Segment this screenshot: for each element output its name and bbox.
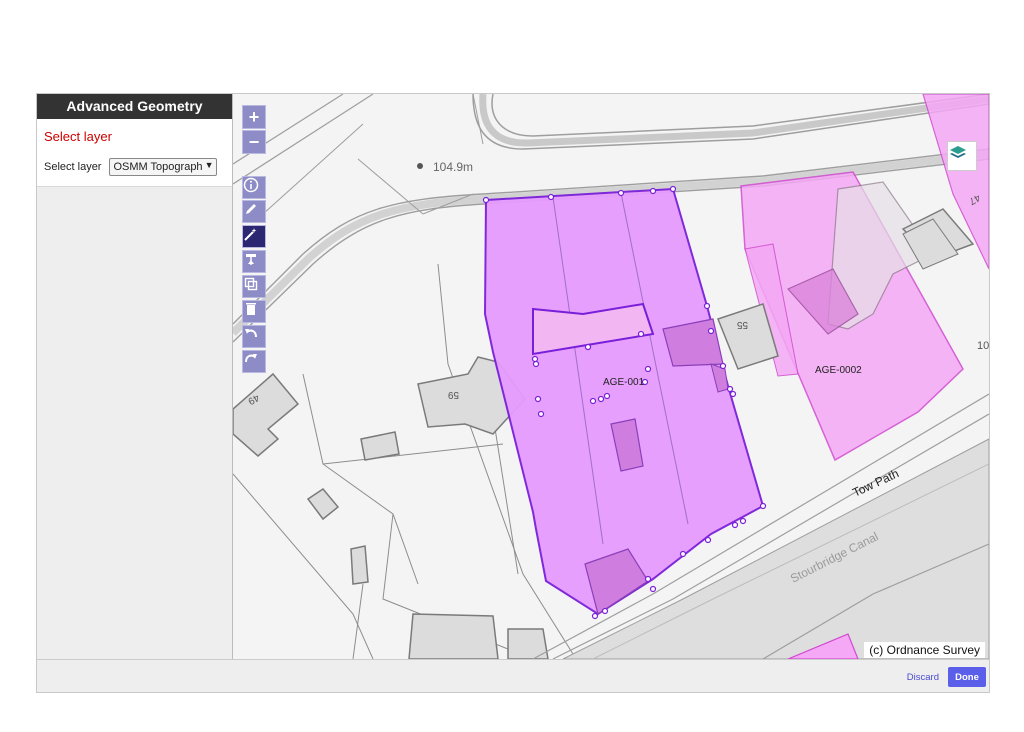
parcel-label-age-0002: AGE-0002 [815,365,862,376]
panel-heading: Select layer [44,129,112,144]
layers-icon [950,146,966,158]
panel-body: Select layer Select layer OSMM Topograph… [37,119,232,187]
spot-height-label: 104.9m [433,160,473,174]
house-number-55: 55 [736,319,748,330]
map-view[interactable]: 104.9m AGE-001 AGE-0002 10 55 59 49 47 T… [233,94,989,659]
info-icon[interactable] [242,176,266,199]
chevron-down-icon: ▼ [202,160,214,170]
undo-icon[interactable] [242,325,266,348]
magic-wand-icon[interactable] [242,225,266,248]
copy-icon[interactable] [242,275,266,298]
discard-link[interactable]: Discard [907,672,939,683]
layers-button[interactable] [947,141,977,171]
done-button[interactable]: Done [948,667,986,687]
redo-icon[interactable] [242,350,266,373]
map-canvas[interactable]: 104.9m AGE-001 AGE-0002 10 55 59 49 47 T… [233,94,989,659]
layer-select[interactable]: OSMM Topographic ▼ [109,158,218,176]
parcel-label-age-001: AGE-001 [603,377,645,388]
spot-height-marker [417,163,423,169]
side-panel: Advanced Geometry Select layer Select la… [37,94,233,659]
select-layer-label: Select layer [44,161,102,173]
trash-icon[interactable] [242,300,266,323]
house-number-10: 10 [977,340,989,352]
dialog-footer: Discard Done [37,659,989,692]
advanced-geometry-dialog: Advanced Geometry Select layer Select la… [36,93,990,693]
zoom-out-button[interactable]: − [242,130,266,154]
house-number-59: 59 [447,389,459,400]
split-icon[interactable] [242,250,266,273]
zoom-in-button[interactable]: + [242,105,266,129]
map-attribution: (c) Ordnance Survey [864,642,985,658]
layer-row: Select layer OSMM Topographic ▼ [44,158,225,176]
panel-title: Advanced Geometry [37,94,232,119]
edit-icon[interactable] [242,200,266,223]
layer-select-value: OSMM Topographic [113,161,211,173]
